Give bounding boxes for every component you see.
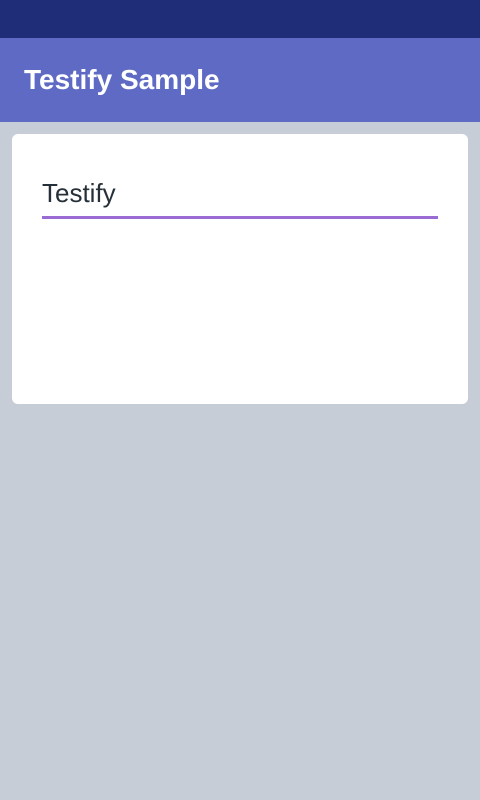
status-bar (0, 0, 480, 38)
content-card: Testify (12, 134, 468, 404)
app-bar: Testify Sample (0, 38, 480, 122)
text-input-field[interactable]: Testify (42, 170, 438, 219)
text-input-value: Testify (42, 178, 116, 208)
app-title: Testify Sample (24, 64, 220, 95)
